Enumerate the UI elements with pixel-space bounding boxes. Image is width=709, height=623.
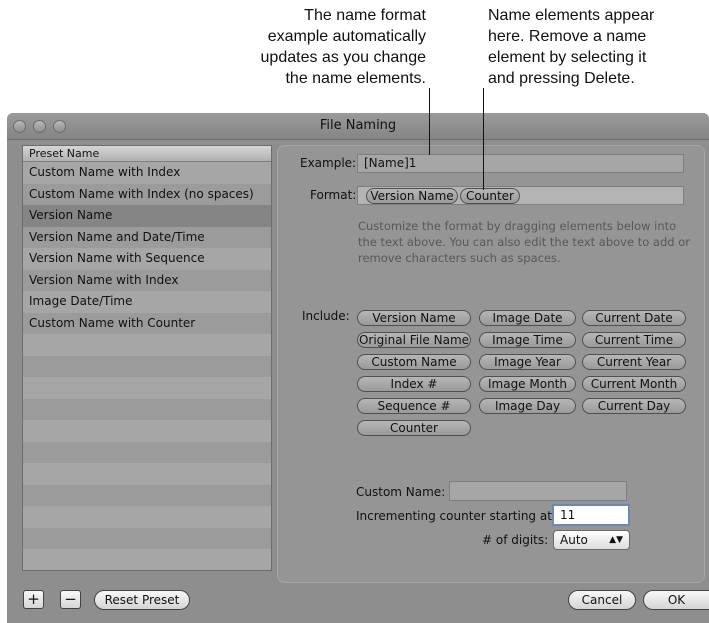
- include-token-current-time[interactable]: Current Time: [582, 332, 686, 348]
- callout-line: and pressing Delete.: [488, 70, 635, 87]
- counter-start-input[interactable]: 11: [552, 504, 630, 526]
- format-token-version-name[interactable]: Version Name: [366, 188, 458, 204]
- preset-list-item[interactable]: Custom Name with Index (no spaces): [23, 183, 271, 205]
- format-label: Format:: [310, 188, 357, 202]
- empty-row: [23, 377, 271, 399]
- callout-format-example: The name format example automatically up…: [190, 5, 426, 89]
- preset-list-header[interactable]: Preset Name: [23, 146, 271, 162]
- callout-line: the name elements.: [285, 70, 426, 87]
- preset-list-item[interactable]: Version Name with Sequence: [23, 248, 271, 270]
- example-preview-field: [Name]1: [357, 154, 684, 173]
- callout-line: Name elements appear: [488, 7, 655, 24]
- callout-line: The name format: [304, 7, 426, 24]
- include-token-current-year[interactable]: Current Year: [582, 354, 686, 370]
- empty-row: [23, 398, 271, 420]
- empty-row: [23, 334, 271, 356]
- empty-row: [23, 355, 271, 377]
- preset-list-item[interactable]: Version Name and Date/Time: [23, 226, 271, 248]
- include-token-image-date[interactable]: Image Date: [479, 310, 576, 326]
- include-token-version-name[interactable]: Version Name: [357, 310, 471, 326]
- include-token-sequence[interactable]: Sequence #: [357, 398, 471, 414]
- callout-line: example automatically: [267, 28, 426, 45]
- format-help-text: Customize the format by dragging element…: [358, 219, 690, 265]
- callout-line: updates as you change: [260, 49, 426, 66]
- include-token-image-year[interactable]: Image Year: [479, 354, 576, 370]
- cancel-button[interactable]: Cancel: [568, 590, 636, 610]
- include-token-current-date[interactable]: Current Date: [582, 310, 686, 326]
- empty-row: [23, 420, 271, 442]
- empty-row: [23, 506, 271, 528]
- callout-pointer-line: [483, 88, 484, 190]
- preset-list-item-selected[interactable]: Version Name: [23, 205, 271, 227]
- format-token-counter[interactable]: Counter: [460, 188, 520, 204]
- include-token-image-time[interactable]: Image Time: [479, 332, 576, 348]
- include-token-image-day[interactable]: Image Day: [479, 398, 576, 414]
- preset-list[interactable]: Preset Name Custom Name with Index Custo…: [22, 145, 272, 571]
- digits-select-value: Auto: [560, 533, 588, 547]
- reset-preset-button[interactable]: Reset Preset: [94, 590, 190, 610]
- include-label: Include:: [302, 309, 350, 323]
- callout-line: here. Remove a name: [488, 28, 647, 45]
- preset-list-item[interactable]: Custom Name with Index: [23, 162, 271, 184]
- remove-preset-button[interactable]: −: [60, 590, 81, 609]
- preset-list-item[interactable]: Version Name with Index: [23, 269, 271, 291]
- custom-name-label: Custom Name:: [356, 485, 446, 499]
- up-down-arrows-icon: ▲▼: [609, 535, 623, 545]
- empty-row: [23, 527, 271, 549]
- ok-button[interactable]: OK: [643, 590, 709, 610]
- include-token-counter[interactable]: Counter: [357, 420, 471, 436]
- include-token-current-day[interactable]: Current Day: [582, 398, 686, 414]
- digits-label: # of digits:: [482, 533, 549, 547]
- naming-settings-panel: Example: [Name]1 Format: Version Name Co…: [277, 145, 705, 583]
- example-label: Example:: [300, 156, 357, 170]
- preset-list-item[interactable]: Image Date/Time: [23, 291, 271, 313]
- empty-row: [23, 484, 271, 506]
- callout-pointer-line: [429, 88, 430, 155]
- title-bar: File Naming: [7, 113, 709, 140]
- callout-line: element by selecting it: [488, 49, 647, 66]
- preset-list-item[interactable]: Custom Name with Counter: [23, 312, 271, 334]
- counter-start-label: Incrementing counter starting at:: [356, 509, 556, 523]
- custom-name-input[interactable]: [449, 481, 627, 501]
- include-token-current-month[interactable]: Current Month: [582, 376, 686, 392]
- window-title: File Naming: [319, 118, 397, 133]
- empty-row: [23, 549, 271, 570]
- callout-name-elements: Name elements appear here. Remove a name…: [488, 5, 708, 89]
- include-token-custom-name[interactable]: Custom Name: [357, 354, 471, 370]
- file-naming-window: File Naming Preset Name Custom Name with…: [7, 113, 709, 623]
- include-token-image-month[interactable]: Image Month: [479, 376, 576, 392]
- include-token-original-file-name[interactable]: Original File Name: [357, 332, 471, 348]
- digits-select[interactable]: Auto ▲▼: [553, 530, 630, 550]
- empty-row: [23, 463, 271, 485]
- empty-row: [23, 441, 271, 463]
- add-preset-button[interactable]: +: [23, 590, 44, 609]
- include-token-index[interactable]: Index #: [357, 376, 471, 392]
